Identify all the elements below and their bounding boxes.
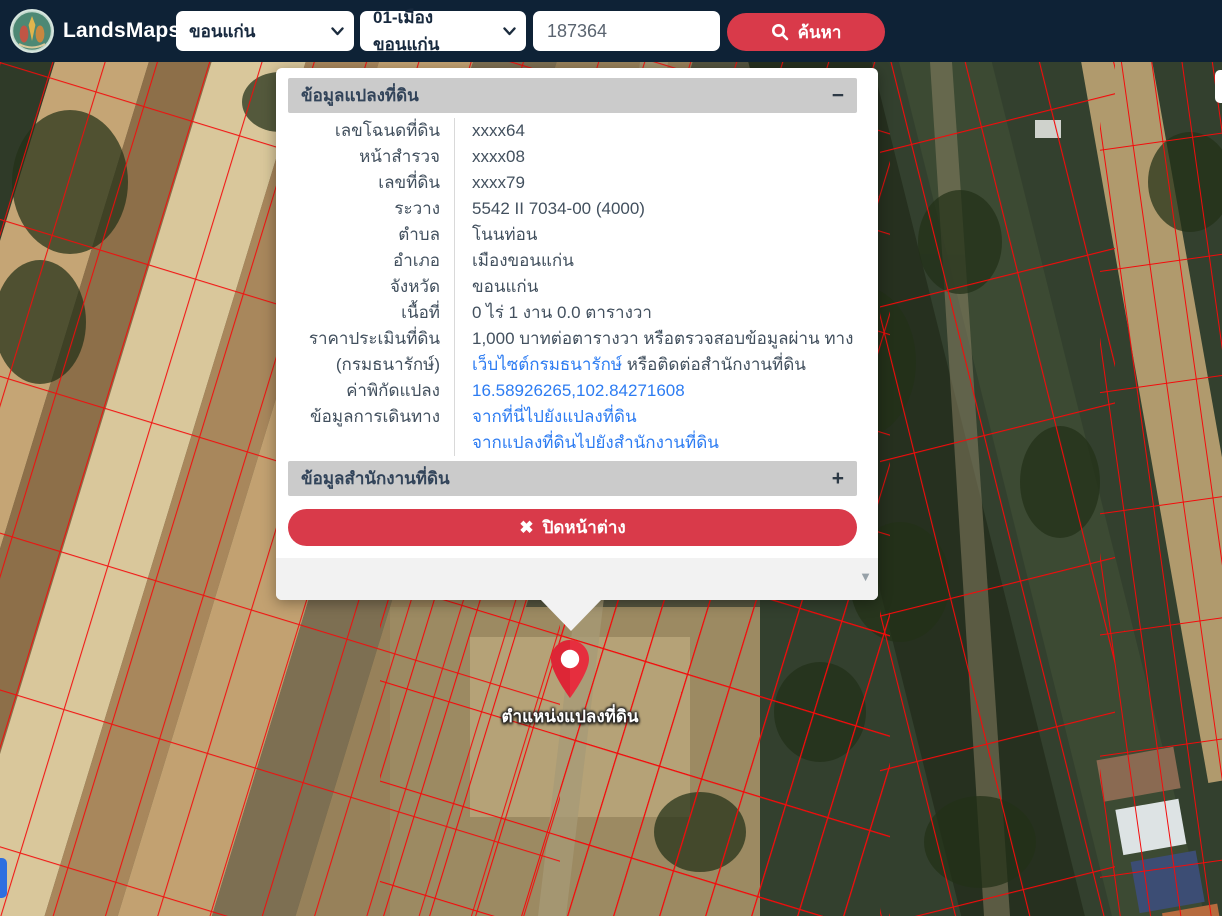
price-row: ราคาประเมินที่ดิน (กรมธนารักษ์) 1,000 บา… bbox=[288, 326, 857, 378]
row-value: 5542 II 7034-00 (4000) bbox=[455, 196, 857, 222]
table-row: เนื้อที่ 0 ไร่ 1 งาน 0.0 ตารางวา bbox=[288, 300, 857, 326]
district-select[interactable]: 01-เมืองขอนแก่น bbox=[360, 11, 526, 51]
row-label: ข้อมูลการเดินทาง bbox=[288, 404, 455, 456]
popup-tail bbox=[540, 599, 602, 631]
chevron-down-icon bbox=[331, 27, 344, 36]
table-row: เลขที่ดิน xxxx79 bbox=[288, 170, 857, 196]
coordinates-row: ค่าพิกัดแปลง 16.58926265,102.84271608 bbox=[288, 378, 857, 404]
popup-footer: ▼ bbox=[276, 558, 878, 600]
app-title: LandsMaps bbox=[63, 0, 180, 62]
table-row: ระวาง 5542 II 7034-00 (4000) bbox=[288, 196, 857, 222]
scroll-down-icon[interactable]: ▼ bbox=[859, 570, 872, 583]
close-window-button[interactable]: ✖ ปิดหน้าต่าง bbox=[288, 509, 857, 546]
section-parcel-info-title: ข้อมูลแปลงที่ดิน bbox=[301, 82, 419, 109]
marker-label: ตำแหน่งแปลงที่ดิน bbox=[460, 703, 680, 730]
row-label: ตำบล bbox=[288, 222, 455, 248]
row-label: อำเภอ bbox=[288, 248, 455, 274]
table-row: หน้าสำรวจ xxxx08 bbox=[288, 144, 857, 170]
expand-plus-icon[interactable]: + bbox=[832, 468, 844, 489]
table-row: จังหวัด ขอนแก่น bbox=[288, 274, 857, 300]
directions-to-parcel-link[interactable]: จากที่นี่ไปยังแปลงที่ดิน bbox=[472, 404, 857, 430]
row-value: เมืองขอนแก่น bbox=[455, 248, 857, 274]
row-value: โนนท่อน bbox=[455, 222, 857, 248]
collapse-minus-icon[interactable]: − bbox=[832, 85, 844, 106]
row-label: เลขโฉนดที่ดิน bbox=[288, 118, 455, 144]
parcel-detail-rows: เลขโฉนดที่ดิน xxxx64 หน้าสำรวจ xxxx08 เล… bbox=[288, 113, 857, 461]
row-label: จังหวัด bbox=[288, 274, 455, 300]
row-value: 16.58926265,102.84271608 bbox=[455, 378, 857, 404]
row-label: ระวาง bbox=[288, 196, 455, 222]
parcel-number-input[interactable] bbox=[533, 11, 720, 51]
section-land-office-header[interactable]: ข้อมูลสำนักงานที่ดิน + bbox=[288, 461, 857, 496]
row-value: xxxx64 bbox=[455, 118, 857, 144]
row-label: เลขที่ดิน bbox=[288, 170, 455, 196]
parcel-to-land-office-link[interactable]: จากแปลงที่ดินไปยังสำนักงานที่ดิน bbox=[472, 430, 857, 456]
coordinates-link[interactable]: 16.58926265,102.84271608 bbox=[472, 381, 685, 400]
row-label: ค่าพิกัดแปลง bbox=[288, 378, 455, 404]
row-value: xxxx79 bbox=[455, 170, 857, 196]
row-label: ราคาประเมินที่ดิน (กรมธนารักษ์) bbox=[288, 326, 455, 378]
table-row: เลขโฉนดที่ดิน xxxx64 bbox=[288, 118, 857, 144]
section-parcel-info-header[interactable]: ข้อมูลแปลงที่ดิน − bbox=[288, 78, 857, 113]
district-select-value: 01-เมืองขอนแก่น bbox=[373, 4, 496, 58]
department-of-lands-logo-icon bbox=[9, 8, 55, 54]
travel-row: ข้อมูลการเดินทาง จากที่นี่ไปยังแปลงที่ดิ… bbox=[288, 404, 857, 456]
close-icon: ✖ bbox=[519, 518, 533, 538]
parcel-marker-icon[interactable] bbox=[551, 640, 589, 698]
table-row: อำเภอ เมืองขอนแก่น bbox=[288, 248, 857, 274]
price-text-after: หรือติดต่อสำนักงานที่ดิน bbox=[622, 355, 806, 374]
row-label: เนื้อที่ bbox=[288, 300, 455, 326]
table-row: ตำบล โนนท่อน bbox=[288, 222, 857, 248]
app-header: LandsMaps ขอนแก่น 01-เมืองขอนแก่น ค้นหา bbox=[0, 0, 1222, 62]
province-select-value: ขอนแก่น bbox=[189, 18, 255, 45]
row-value: จากที่นี่ไปยังแปลงที่ดิน จากแปลงที่ดินไป… bbox=[455, 404, 857, 456]
row-label: หน้าสำรวจ bbox=[288, 144, 455, 170]
row-value: ขอนแก่น bbox=[455, 274, 857, 300]
price-text: 1,000 บาทต่อตารางวา หรือตรวจสอบข้อมูลผ่า… bbox=[472, 329, 853, 348]
parcel-info-popup: ข้อมูลแปลงที่ดิน − เลขโฉนดที่ดิน xxxx64 … bbox=[276, 68, 878, 600]
search-button[interactable]: ค้นหา bbox=[727, 13, 885, 51]
treasury-website-link[interactable]: เว็บไซต์กรมธนารักษ์ bbox=[472, 355, 622, 374]
search-icon bbox=[771, 23, 789, 41]
row-value: 0 ไร่ 1 งาน 0.0 ตารางวา bbox=[455, 300, 857, 326]
landsmaps-app: LandsMaps ขอนแก่น 01-เมืองขอนแก่น ค้นหา bbox=[0, 0, 1222, 916]
map-side-control-partial[interactable] bbox=[0, 858, 7, 898]
section-land-office-title: ข้อมูลสำนักงานที่ดิน bbox=[301, 465, 450, 492]
province-select[interactable]: ขอนแก่น bbox=[176, 11, 354, 51]
row-value: xxxx08 bbox=[455, 144, 857, 170]
map-zoom-control-partial[interactable] bbox=[1215, 70, 1222, 103]
search-button-label: ค้นหา bbox=[798, 19, 842, 46]
close-button-label: ปิดหน้าต่าง bbox=[543, 514, 626, 541]
chevron-down-icon bbox=[503, 27, 516, 36]
row-value: 1,000 บาทต่อตารางวา หรือตรวจสอบข้อมูลผ่า… bbox=[455, 326, 857, 378]
parcel-info-card: ข้อมูลแปลงที่ดิน − เลขโฉนดที่ดิน xxxx64 … bbox=[288, 78, 857, 546]
